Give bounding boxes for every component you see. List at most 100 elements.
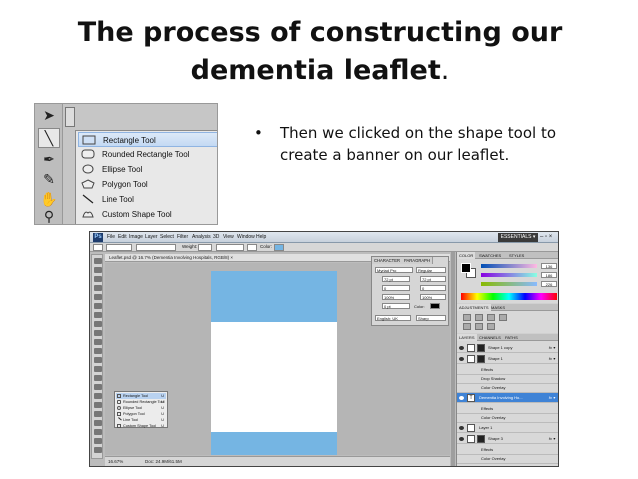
- tool-button-icon[interactable]: [94, 357, 102, 363]
- blue-slider[interactable]: [481, 282, 537, 286]
- tab-character[interactable]: CHARACTER: [372, 257, 404, 264]
- effect-row[interactable]: Color Overlay: [457, 454, 558, 464]
- effect-row[interactable]: Color Overlay: [457, 413, 558, 423]
- foreground-color-swatch[interactable]: [461, 263, 471, 273]
- tool-button-icon[interactable]: [94, 429, 102, 435]
- tool-button-icon[interactable]: [94, 348, 102, 354]
- leading-field[interactable]: 72 pt: [420, 276, 446, 282]
- menu-item-custom-shape-tool[interactable]: Custom Shape Tool U: [78, 207, 217, 222]
- tab-paths[interactable]: PATHS: [503, 334, 520, 341]
- text-color-swatch[interactable]: [430, 303, 440, 309]
- tool-button-icon[interactable]: [94, 258, 102, 264]
- tool-button-icon[interactable]: [94, 330, 102, 336]
- tool-button-icon[interactable]: [94, 339, 102, 345]
- window-controls[interactable]: – ▫ ×: [540, 233, 558, 242]
- red-slider[interactable]: [481, 264, 537, 268]
- levels-icon[interactable]: [475, 314, 483, 321]
- shape-mode-buttons[interactable]: [106, 244, 132, 251]
- tool-button-icon[interactable]: [94, 294, 102, 300]
- menu-item-line-tool[interactable]: Line Tool U: [78, 192, 217, 207]
- menu-3d[interactable]: 3D: [213, 234, 219, 240]
- top-banner-shape[interactable]: [211, 271, 337, 322]
- line-tool-icon[interactable]: ╲: [38, 128, 60, 148]
- menu-view[interactable]: View: [223, 234, 234, 240]
- eye-icon[interactable]: [459, 357, 464, 361]
- bottom-banner-shape[interactable]: [211, 432, 337, 455]
- layer-row[interactable]: Shape 1 fx ▾: [457, 354, 558, 364]
- leaflet-document[interactable]: [211, 271, 337, 455]
- exposure-icon[interactable]: [499, 314, 507, 321]
- green-value[interactable]: 186: [541, 272, 557, 278]
- blue-value[interactable]: 226: [541, 281, 557, 287]
- curves-icon[interactable]: [487, 314, 495, 321]
- tab-channels[interactable]: CHANNELS: [477, 334, 503, 341]
- brush-icon[interactable]: ✎: [38, 170, 60, 190]
- tool-button-icon[interactable]: [94, 312, 102, 318]
- tool-button-icon[interactable]: [94, 375, 102, 381]
- pen-icon[interactable]: ✒: [38, 150, 60, 170]
- menu-file[interactable]: File: [107, 234, 115, 240]
- eye-icon[interactable]: [459, 437, 464, 441]
- balance-icon[interactable]: [487, 323, 495, 330]
- menu-filter[interactable]: Filter: [177, 234, 188, 240]
- layer-row[interactable]: Shape 3 fx ▾: [457, 434, 558, 444]
- font-family-select[interactable]: Myriad Pro: [375, 267, 413, 273]
- menu-help[interactable]: Help: [256, 234, 266, 240]
- tab-adjustments[interactable]: ADJUSTMENTS: [457, 304, 491, 311]
- ps-menu-custom-shape-tool[interactable]: Custom Shape Tool U: [116, 423, 166, 429]
- menu-item-ellipse-tool[interactable]: Ellipse Tool U: [78, 162, 217, 177]
- weight-field[interactable]: [198, 244, 212, 251]
- vertical-scale-field[interactable]: 100%: [382, 294, 410, 300]
- layer-row[interactable]: Layer 1: [457, 423, 558, 433]
- tool-button-icon[interactable]: [94, 402, 102, 408]
- tool-button-icon[interactable]: [94, 438, 102, 444]
- horizontal-scale-field[interactable]: 100%: [420, 294, 446, 300]
- shape-color-swatch[interactable]: [274, 244, 284, 251]
- menu-layer[interactable]: Layer: [145, 234, 158, 240]
- menu-window[interactable]: Window: [237, 234, 255, 240]
- language-select[interactable]: English: UK: [375, 315, 411, 321]
- green-slider[interactable]: [481, 273, 537, 277]
- eye-icon[interactable]: [459, 426, 464, 430]
- tool-button-icon[interactable]: [94, 321, 102, 327]
- tool-preset-picker[interactable]: [93, 244, 103, 251]
- kerning-field[interactable]: 0: [382, 285, 410, 291]
- font-style-select[interactable]: Regular: [416, 267, 446, 273]
- tab-layers[interactable]: LAYERS: [457, 334, 477, 341]
- zoom-level[interactable]: 16.67%: [108, 459, 123, 464]
- red-value[interactable]: 136: [541, 263, 557, 269]
- tool-button-icon[interactable]: [94, 366, 102, 372]
- tab-color[interactable]: COLOR: [457, 252, 476, 259]
- layer-row[interactable]: Shape 1 copy fx ▾: [457, 343, 558, 353]
- layer-row-selected[interactable]: T Dementia Involving Ho... fx ▾: [457, 393, 558, 403]
- menu-item-rounded-rectangle-tool[interactable]: Rounded Rectangle Tool U: [78, 147, 217, 162]
- vibrance-icon[interactable]: [463, 323, 471, 330]
- arrow-icon[interactable]: ➤: [38, 106, 60, 126]
- tool-button-icon[interactable]: [94, 447, 102, 453]
- hue-icon[interactable]: [475, 323, 483, 330]
- eye-icon[interactable]: [459, 346, 464, 350]
- color-spectrum[interactable]: [461, 293, 557, 300]
- menu-item-polygon-tool[interactable]: Polygon Tool U: [78, 177, 217, 192]
- zoom-icon[interactable]: ⚲: [38, 207, 60, 224]
- menu-select[interactable]: Select: [160, 234, 174, 240]
- menu-analysis[interactable]: Analysis: [192, 234, 211, 240]
- tool-button-icon[interactable]: [94, 384, 102, 390]
- tool-button-icon[interactable]: [94, 267, 102, 273]
- menu-item-rectangle-tool[interactable]: Rectangle Tool U: [78, 132, 217, 147]
- font-size-field[interactable]: 72 pt: [382, 276, 410, 282]
- tool-button-icon[interactable]: [94, 276, 102, 282]
- combine-buttons[interactable]: [216, 244, 244, 251]
- effect-row[interactable]: Color Overlay: [457, 383, 558, 393]
- menu-image[interactable]: Image: [129, 234, 143, 240]
- eye-icon[interactable]: [459, 396, 464, 400]
- tracking-field[interactable]: 0: [420, 285, 446, 291]
- menu-edit[interactable]: Edit: [118, 234, 127, 240]
- tool-button-icon[interactable]: [94, 393, 102, 399]
- tool-button-icon[interactable]: [94, 285, 102, 291]
- tool-button-icon[interactable]: [94, 303, 102, 309]
- workspace-switcher[interactable]: ESSENTIALS ▾: [498, 233, 538, 242]
- style-picker[interactable]: [247, 244, 257, 251]
- tab-masks[interactable]: MASKS: [489, 304, 507, 311]
- antialias-select[interactable]: Sharp: [416, 315, 446, 321]
